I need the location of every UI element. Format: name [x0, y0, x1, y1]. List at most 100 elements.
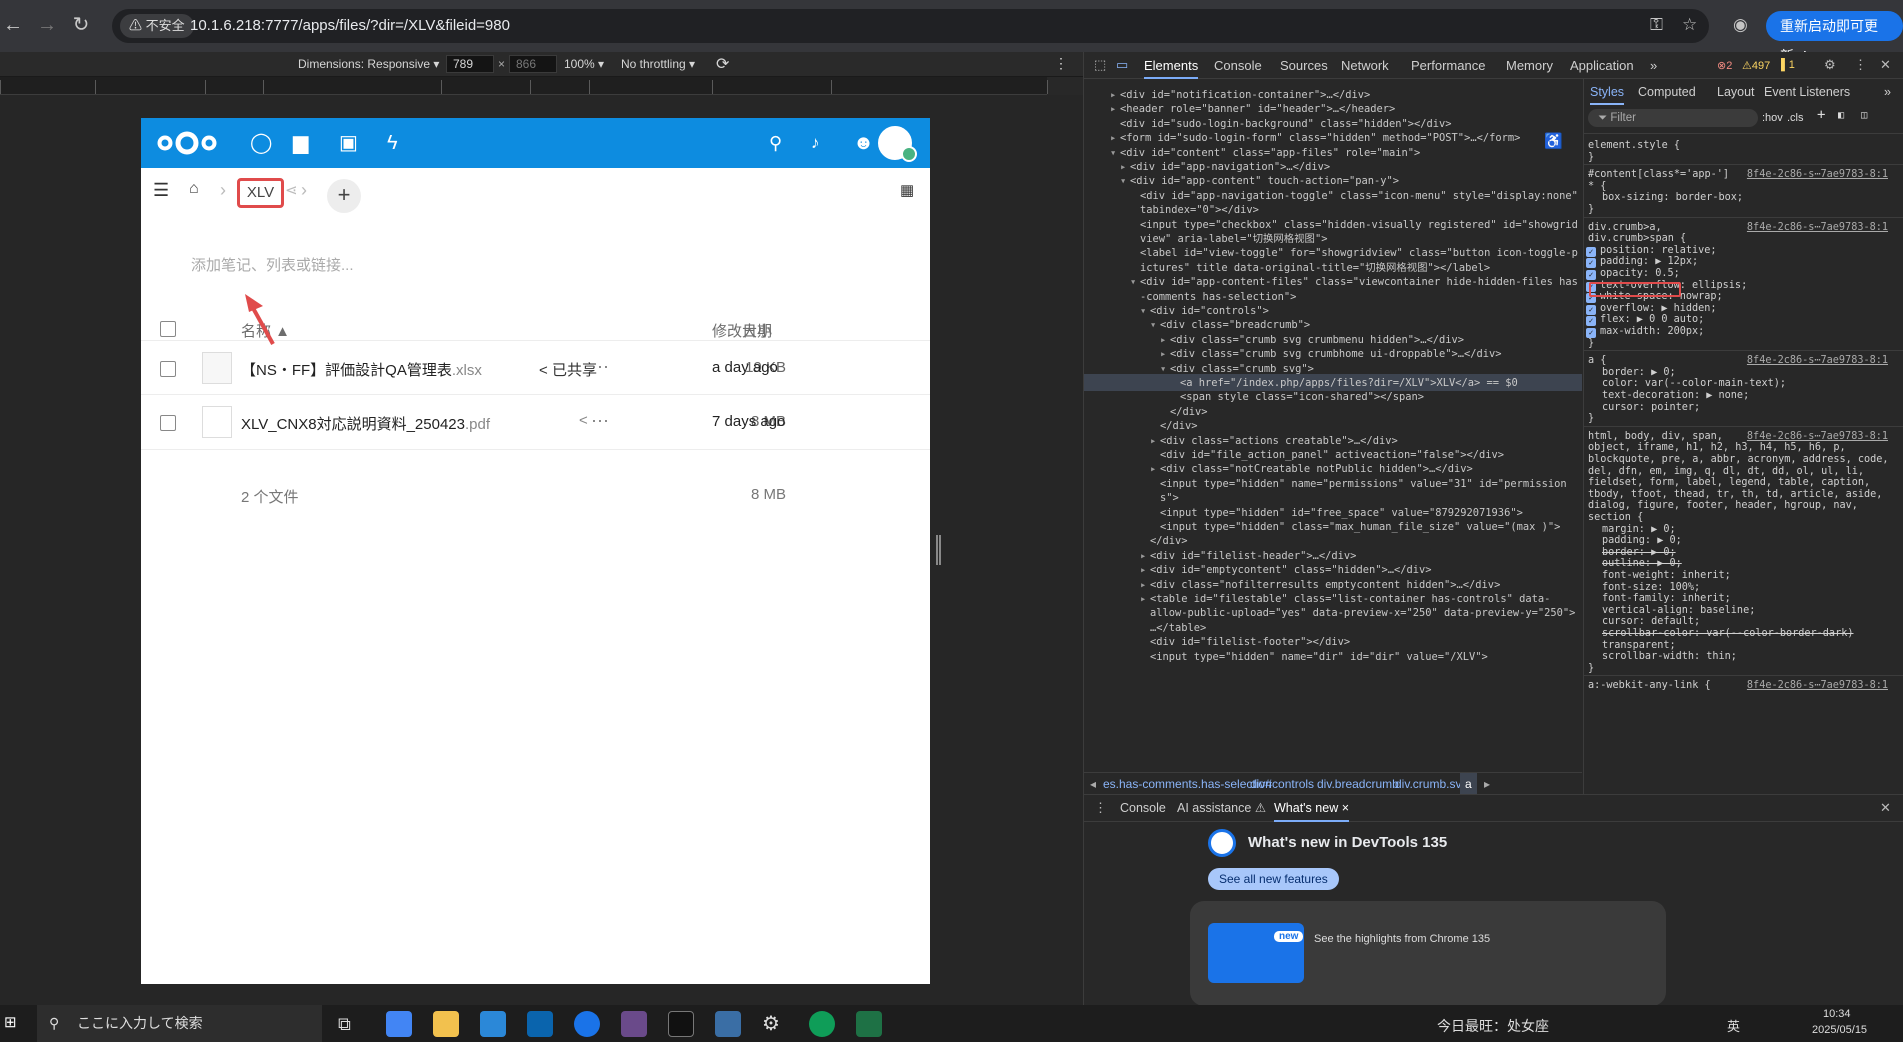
new-rule-icon[interactable]: +	[1817, 108, 1825, 122]
dom-node-line[interactable]: <input type="hidden" class="max_human_fi…	[1160, 519, 1560, 536]
expand-toggle-icon[interactable]: ▾	[1150, 317, 1156, 334]
photos-icon[interactable]: ▣	[339, 132, 358, 154]
task-view-icon[interactable]: ⧉	[338, 1011, 364, 1037]
file-explorer-icon[interactable]	[433, 1011, 459, 1037]
clock-time[interactable]: 10:34	[1823, 1008, 1851, 1020]
css-declaration[interactable]: box-sizing: border-box;	[1602, 191, 1743, 205]
table-row[interactable]: XLV_CNX8対応説明資料_250423.pdf < ··· 8 MB 7 d…	[141, 395, 930, 450]
reload-icon[interactable]: ↻	[68, 12, 94, 38]
hover-state-toggle[interactable]: :hov	[1762, 111, 1783, 125]
throttling-select[interactable]: No throttling ▾	[621, 57, 695, 71]
css-declaration[interactable]: ✓ max-width: 200px;	[1586, 325, 1704, 339]
css-brace[interactable]: }	[1588, 203, 1594, 217]
notifications-bell-icon[interactable]: ♪	[811, 132, 820, 154]
activity-icon[interactable]: ϟ	[387, 132, 398, 154]
dom-crumb[interactable]: div.crumb.svg	[1395, 773, 1468, 795]
taskbar-search[interactable]: ⚲ ここに入力して検索	[37, 1005, 322, 1042]
tab-styles[interactable]: Styles	[1590, 79, 1625, 105]
drawer-menu-icon[interactable]: ⋮	[1094, 800, 1107, 816]
see-all-features-button[interactable]: See all new features	[1208, 868, 1339, 890]
tab-event-listeners[interactable]: Event Listeners	[1764, 79, 1850, 105]
shield-app-icon[interactable]	[715, 1011, 741, 1037]
excel-app-icon[interactable]	[856, 1011, 882, 1037]
css-brace[interactable]: }	[1588, 662, 1594, 676]
viewport-resize-handle[interactable]	[936, 535, 941, 565]
expand-toggle-icon[interactable]: ▾	[1110, 145, 1116, 162]
bookmark-star-icon[interactable]: ☆	[1682, 15, 1697, 35]
expand-toggle-icon[interactable]: ▸	[1110, 101, 1116, 118]
css-selector[interactable]: element.style {	[1588, 139, 1680, 153]
dom-node-line[interactable]: <span style class="icon-shared"></span>	[1180, 389, 1424, 406]
sidebar-toggle-icon[interactable]: ◫	[1861, 109, 1867, 123]
clock-date[interactable]: 2025/05/15	[1812, 1024, 1867, 1036]
nextcloud-logo[interactable]	[155, 130, 219, 156]
address-bar[interactable]: ⚠ 不安全 10.1.6.218:7777/apps/files/?dir=/X…	[112, 9, 1709, 43]
tab-elements[interactable]: Elements	[1144, 52, 1199, 79]
file-actions-menu-icon[interactable]: ···	[591, 410, 609, 431]
browser-app-icon[interactable]	[574, 1011, 600, 1037]
expand-toggle-icon[interactable]: ▾	[1120, 173, 1126, 190]
info-count[interactable]: ▌1	[1781, 59, 1795, 71]
edge-app-icon[interactable]	[809, 1011, 835, 1037]
zoom-select[interactable]: 100% ▾	[564, 57, 604, 71]
chrome-app-icon[interactable]	[386, 1011, 412, 1037]
rotate-icon[interactable]: ⟳	[716, 54, 729, 74]
drawer-tab-console[interactable]: Console	[1120, 795, 1166, 822]
styles-filter-input[interactable]: ⏷ Filter	[1588, 109, 1758, 127]
height-input[interactable]: 866	[509, 55, 557, 73]
more-options-icon[interactable]: ⋮	[1054, 55, 1068, 72]
restart-update-button[interactable]: 重新启动即可更新 ⋮	[1766, 11, 1903, 64]
close-drawer-icon[interactable]: ✕	[1880, 800, 1891, 816]
dom-crumb[interactable]: div#controls	[1250, 773, 1314, 795]
row-checkbox[interactable]	[160, 361, 176, 377]
accessibility-icon[interactable]: ♿	[1544, 133, 1563, 150]
dimensions-select[interactable]: Dimensions: Responsive ▾	[298, 57, 439, 71]
tab-computed[interactable]: Computed	[1638, 79, 1696, 105]
ime-indicator[interactable]: 英	[1727, 1016, 1740, 1035]
url-text[interactable]: 10.1.6.218:7777/apps/files/?dir=/XLV&fil…	[190, 9, 510, 43]
terminal-app-icon[interactable]	[668, 1011, 694, 1037]
windows-start-icon[interactable]: ⊞	[4, 1015, 20, 1031]
file-name[interactable]: XLV_CNX8対応説明資料_250423.pdf	[241, 413, 490, 434]
drawer-tab-ai-assistance[interactable]: AI assistance ⚠	[1177, 795, 1266, 822]
profile-icon[interactable]: ◉	[1733, 15, 1748, 35]
contacts-icon[interactable]: ☻	[853, 132, 874, 154]
forward-icon[interactable]: →	[34, 12, 60, 38]
dom-crumb[interactable]: div.breadcrumb	[1317, 773, 1399, 795]
rich-workspace-placeholder[interactable]: 添加笔记、列表或链接...	[191, 254, 354, 275]
dom-node-line[interactable]: <input type="hidden" name="permissions" …	[1160, 476, 1567, 493]
dashboard-icon[interactable]: ◯	[250, 132, 272, 154]
class-toggle[interactable]: .cls	[1787, 111, 1804, 125]
search-icon[interactable]: ⚲	[769, 132, 782, 154]
column-size[interactable]: 大小	[742, 320, 772, 341]
tab-styles-more[interactable]: »	[1884, 79, 1891, 105]
expand-toggle-icon[interactable]: ▸	[1140, 591, 1146, 608]
css-brace[interactable]: }	[1588, 412, 1594, 426]
error-count[interactable]: ⊗2	[1717, 59, 1732, 72]
grid-view-icon[interactable]: ▦	[900, 181, 914, 199]
width-input[interactable]: 789	[446, 55, 494, 73]
dom-crumb-active[interactable]: a	[1460, 773, 1477, 795]
tab-console[interactable]: Console	[1214, 52, 1262, 79]
dom-crumb[interactable]: es.has-comments.has-selection	[1103, 773, 1272, 795]
dom-node-line[interactable]: allow-public-upload="yes" data-preview-x…	[1150, 605, 1575, 622]
tab-sources[interactable]: Sources	[1280, 52, 1328, 79]
devtools-menu-icon[interactable]: ⋮	[1854, 57, 1867, 73]
css-declaration[interactable]: cursor: pointer;	[1602, 401, 1700, 415]
breadcrumb-xlv[interactable]: XLV	[237, 178, 284, 208]
tab-more[interactable]: »	[1650, 52, 1657, 79]
settings-gear-icon[interactable]: ⚙	[762, 1011, 788, 1037]
highlights-card[interactable]: new See the highlights from Chrome 135	[1190, 901, 1666, 1006]
tab-network[interactable]: Network	[1341, 52, 1389, 79]
warning-count[interactable]: ⚠497	[1742, 59, 1770, 72]
paint-icon[interactable]: ◧	[1838, 109, 1844, 123]
style-source-link[interactable]: 8f4e-2c86-s⋯7ae9783-8:1	[1747, 354, 1888, 368]
expand-toggle-icon[interactable]: ▾	[1140, 303, 1146, 320]
column-name[interactable]: 名称 ▲	[241, 320, 290, 341]
select-all-checkbox[interactable]	[160, 321, 176, 337]
row-checkbox[interactable]	[160, 415, 176, 431]
inspect-element-icon[interactable]: ⬚	[1094, 57, 1106, 73]
tab-layout[interactable]: Layout	[1717, 79, 1755, 105]
weather-widget[interactable]: 今日最旺：处女座	[1437, 1016, 1549, 1036]
files-folder-icon[interactable]: ▆	[293, 132, 308, 154]
